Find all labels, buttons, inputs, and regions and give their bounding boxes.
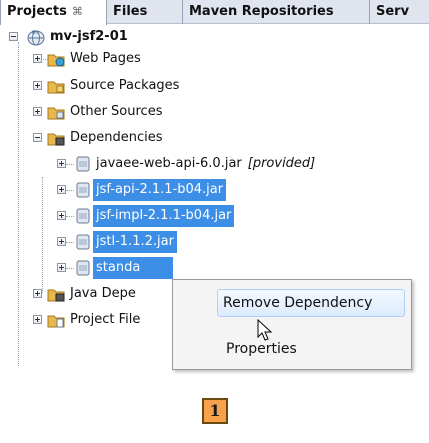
tab-files[interactable]: Files xyxy=(107,0,183,24)
project-files-folder-icon xyxy=(47,315,65,328)
maven-project-icon: m xyxy=(27,29,45,46)
java-dependencies-label: Java Depe xyxy=(70,286,136,301)
tree-line xyxy=(66,242,74,243)
expand-icon[interactable] xyxy=(57,159,66,168)
tree-node-web-pages[interactable]: Web Pages xyxy=(0,48,300,70)
tree-line xyxy=(66,216,74,217)
tab-close-icon[interactable]: ⌘ xyxy=(72,5,83,18)
svg-text:m: m xyxy=(32,29,38,36)
project-files-label: Project File xyxy=(70,312,141,327)
expand-icon[interactable] xyxy=(57,211,66,220)
dependency-item[interactable]: jstl-1.1.2.jar xyxy=(0,231,429,253)
folder-icon xyxy=(47,107,65,120)
jar-icon xyxy=(76,182,90,198)
expand-icon[interactable] xyxy=(33,289,42,298)
context-menu: Remove Dependency Properties xyxy=(172,279,412,370)
expand-icon[interactable] xyxy=(57,263,66,272)
tab-projects[interactable]: Projects ⌘ xyxy=(0,0,107,25)
tree-line xyxy=(66,268,74,269)
dependencies-folder-icon xyxy=(47,289,65,302)
jar-icon xyxy=(76,234,90,250)
expand-icon[interactable] xyxy=(57,185,66,194)
tab-services-label: Serv xyxy=(376,4,410,19)
tree-line xyxy=(66,164,74,165)
tab-maven-repositories-label: Maven Repositories xyxy=(189,4,334,19)
expand-icon[interactable] xyxy=(33,315,42,324)
tab-projects-label: Projects xyxy=(7,4,67,19)
tree-node-other-sources[interactable]: Other Sources xyxy=(0,101,300,123)
tree-line xyxy=(66,190,74,191)
jar-icon xyxy=(76,260,90,276)
dependencies-label: Dependencies xyxy=(70,130,163,145)
dependency-label-selected: jsf-impl-2.1.1-b04.jar xyxy=(93,205,235,227)
dependency-label-selected: jstl-1.1.2.jar xyxy=(93,231,177,253)
dependency-label: javaee-web-api-6.0.jar [provided] xyxy=(96,153,315,175)
step-badge: 1 xyxy=(202,398,228,424)
collapse-icon[interactable] xyxy=(33,133,42,142)
dependency-item[interactable]: javaee-web-api-6.0.jar [provided] xyxy=(0,153,429,175)
tab-maven-repositories[interactable]: Maven Repositories xyxy=(183,0,370,24)
other-sources-label: Other Sources xyxy=(70,104,163,119)
expand-icon[interactable] xyxy=(57,237,66,246)
dependencies-folder-icon xyxy=(47,133,65,146)
tree-node-root[interactable]: m mv-jsf2-01 xyxy=(0,26,300,48)
tab-bar: Projects ⌘ Files Maven Repositories Serv xyxy=(0,0,429,25)
expand-icon[interactable] xyxy=(33,54,42,63)
provided-tag: [provided] xyxy=(247,156,316,171)
collapse-icon[interactable] xyxy=(9,32,18,41)
jar-icon xyxy=(76,156,90,172)
dependency-item[interactable]: jsf-api-2.1.1-b04.jar xyxy=(0,179,429,201)
tab-services[interactable]: Serv xyxy=(370,0,429,24)
root-label: mv-jsf2-01 xyxy=(50,29,128,44)
tree-node-dependencies[interactable]: Dependencies xyxy=(0,127,300,149)
mouse-cursor-icon xyxy=(257,319,273,341)
tree-node-source-packages[interactable]: Source Packages xyxy=(0,75,300,97)
web-pages-label: Web Pages xyxy=(70,51,141,66)
jar-icon xyxy=(76,208,90,224)
dependency-name: javaee-web-api-6.0.jar xyxy=(96,156,242,171)
dependency-item[interactable]: standa xyxy=(0,257,429,279)
dependency-item[interactable]: jsf-impl-2.1.1-b04.jar xyxy=(0,205,429,227)
source-packages-label: Source Packages xyxy=(70,78,180,93)
expand-icon[interactable] xyxy=(33,107,42,116)
tab-files-label: Files xyxy=(113,4,148,19)
dependency-label-selected: jsf-api-2.1.1-b04.jar xyxy=(93,179,227,201)
folder-icon xyxy=(47,81,65,94)
remove-dependency-menu-item[interactable]: Remove Dependency xyxy=(217,289,405,317)
web-folder-icon xyxy=(47,54,65,67)
dependency-label-selected: standa xyxy=(93,257,173,279)
expand-icon[interactable] xyxy=(33,81,42,90)
